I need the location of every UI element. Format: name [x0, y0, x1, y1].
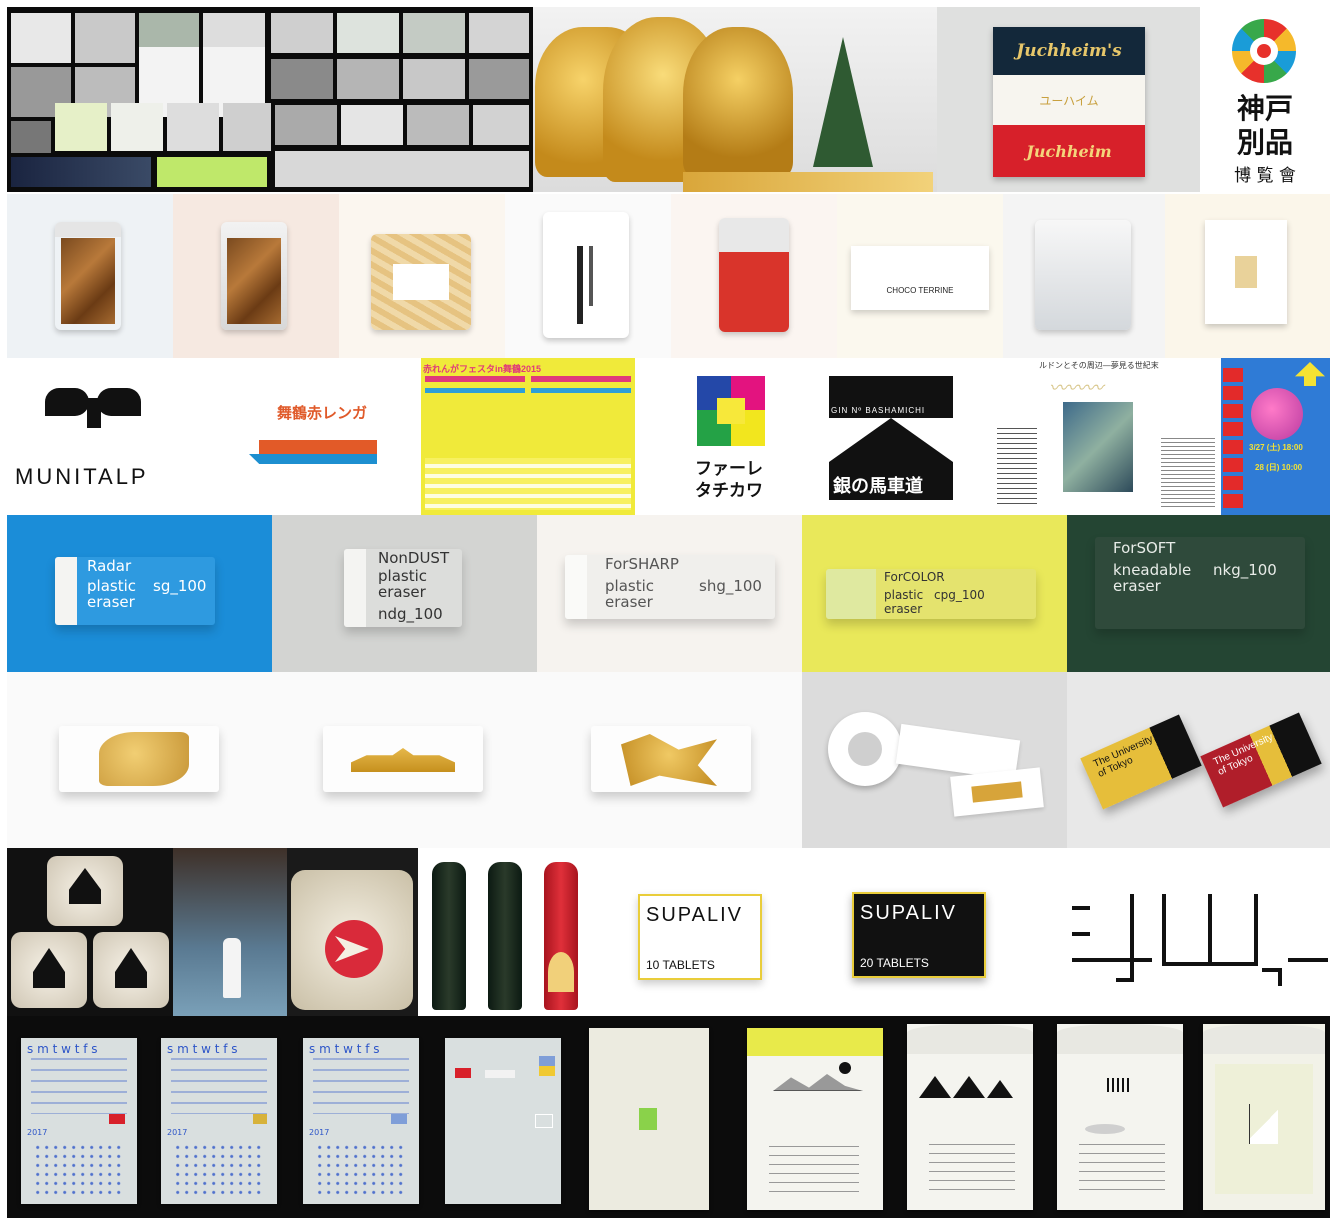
eraser-tile-nondust: NonDUST plastic eraser ndg_100: [272, 515, 537, 672]
supaliv-brand: SUPALIV: [646, 904, 743, 926]
festival-poster-tile: 赤れんがフェスタin舞鶴2015: [421, 358, 635, 515]
calendar-page: [1203, 1024, 1325, 1210]
fest-title-left: 赤れんがフェスタin舞鶴2015: [423, 364, 542, 374]
sake-bottles-tile: [418, 848, 594, 1016]
eraser-code: ndg_100: [378, 605, 443, 623]
munitalp-wordmark: MUNITALP: [15, 464, 149, 489]
calendar-page: s m t w t f s 2017: [161, 1038, 277, 1204]
sake-barrels-tile: [7, 848, 173, 1016]
rice-barrel-tile: [287, 848, 418, 1016]
roppongi-date1: 3/27 (土) 18:00: [1249, 443, 1303, 452]
supaliv-tablets: 10 TABLETS: [646, 958, 715, 972]
eraser-line2: eraser: [1113, 577, 1161, 595]
eraser-tile-radar: Radar plastic eraser sg_100: [7, 515, 272, 672]
eraser-name: ForSOFT: [1113, 539, 1176, 557]
juchheim-mid-label: ユーハイム: [993, 75, 1145, 125]
utokyo-label: The University of Tokyo: [1211, 731, 1275, 778]
calendar-page: [1057, 1024, 1183, 1210]
snack-tile-3: [339, 194, 505, 358]
faret-tachikawa-tile: ファーレ タチカワ: [635, 358, 805, 515]
kobe-expo-logo-tile: 神戸 別品 博 覧 會: [1200, 7, 1330, 192]
ginza-bottom-label: 銀の馬車道: [833, 476, 923, 496]
munitalp-logo-tile: MUNITALP: [7, 358, 243, 515]
calendar-year: 2017: [167, 1128, 188, 1137]
utokyo-label: The University of Tokyo: [1091, 733, 1155, 780]
roppongi-poster-tile: 3/27 (土) 18:00 28 (日) 10:00: [1221, 358, 1330, 515]
eraser-name: Radar: [87, 557, 132, 575]
redon-poster-tile: ルドンとその周辺―夢見る世紀末 〰〰〰: [975, 358, 1221, 515]
gold-erasers-tile: [7, 672, 802, 848]
supaliv-black-tile: SUPALIV 20 TABLETS: [818, 848, 1044, 1016]
calendar-page: [589, 1028, 709, 1210]
supaliv-white-tile: SUPALIV 10 TABLETS: [594, 848, 818, 1016]
calendar-page: [907, 1024, 1033, 1210]
eraser-name: ForCOLOR: [884, 570, 945, 584]
faret-line2: タチカワ: [695, 481, 763, 500]
eraser-line1: plastic: [884, 588, 924, 602]
supaliv-brand: SUPALIV: [860, 902, 957, 924]
eraser-code: shg_100: [699, 577, 762, 595]
ginza-bashamichi-tile: GIN Nº BASHAMICHI 銀の馬車道: [805, 358, 975, 515]
eraser-code: cpg_100: [934, 588, 985, 602]
sake-bottle-blue-tile: [173, 848, 287, 1016]
utokyo-eraser-tile: The University of Tokyo The University o…: [1067, 672, 1330, 848]
typographic-lines-tile: [1044, 848, 1330, 1016]
calendar-page: [747, 1028, 883, 1210]
film-strip-collage: [7, 7, 533, 192]
calendar-strip: s m t w t f s 2017 s m t w t f s 2017 s …: [7, 1016, 1330, 1218]
eraser-name: NonDUST: [378, 549, 450, 567]
snack-tile-6: CHOCO TERRINE: [837, 194, 1003, 358]
snack-tile-4: [505, 194, 671, 358]
eraser-tile-forsharp: ForSHARP plastic eraser shg_100: [537, 515, 802, 672]
calendar-week-header: s m t w t f s: [27, 1042, 98, 1056]
kobe-line2: 別品: [1236, 126, 1293, 159]
gold-installation-photo: [533, 7, 937, 192]
eraser-line2: eraser: [87, 593, 135, 611]
roppongi-date2: 28 (日) 10:00: [1255, 463, 1303, 472]
colorful-wheel-icon: [1232, 19, 1296, 83]
calendar-week-header: s m t w t f s: [167, 1042, 238, 1056]
calendar-year: 2017: [309, 1128, 330, 1137]
juchheim-bottom-label: Juchheim: [993, 125, 1145, 177]
calendar-week-header: s m t w t f s: [309, 1042, 380, 1056]
eraser-name: ForSHARP: [605, 555, 679, 573]
calendar-page: [445, 1038, 561, 1204]
snack-tile-8: [1165, 194, 1330, 358]
juchheim-top-label: Juchheim's: [993, 27, 1145, 75]
calendar-page: s m t w t f s 2017: [21, 1038, 137, 1204]
eraser-tile-forcolor: ForCOLOR plastic eraser cpg_100: [802, 515, 1067, 672]
munitalp-mark-icon: [45, 388, 145, 428]
eraser-tile-forsoft: ForSOFT kneadable eraser nkg_100: [1067, 515, 1330, 672]
choco-terrine-label: CHOCO TERRINE: [886, 286, 954, 295]
supaliv-tablets: 20 TABLETS: [860, 956, 929, 970]
calendar-page: s m t w t f s 2017: [303, 1038, 419, 1204]
redon-title: ルドンとその周辺―夢見る世紀末: [1039, 361, 1159, 370]
maizuru-title: 舞鶴赤レンガ: [277, 405, 368, 422]
maizuru-logo-tile: 舞鶴赤レンガ: [243, 358, 421, 515]
snack-tile-2: [173, 194, 339, 358]
eraser-line2: eraser: [378, 583, 426, 601]
snack-tile-5: [671, 194, 837, 358]
eraser-code: sg_100: [153, 577, 207, 595]
juchheim-package-tile: Juchheim's ユーハイム Juchheim: [937, 7, 1200, 192]
eraser-line2: eraser: [884, 602, 923, 616]
snack-tile-7: [1003, 194, 1165, 358]
eraser-line2: eraser: [605, 593, 653, 611]
gold-tape-tile: [802, 672, 1067, 848]
ginza-top-label: GIN Nº BASHAMICHI: [831, 406, 926, 415]
calendar-year: 2017: [27, 1128, 48, 1137]
snack-tile-1: [7, 194, 173, 358]
kobe-line3: 博 覧 會: [1234, 166, 1296, 186]
eraser-code: nkg_100: [1213, 561, 1277, 579]
